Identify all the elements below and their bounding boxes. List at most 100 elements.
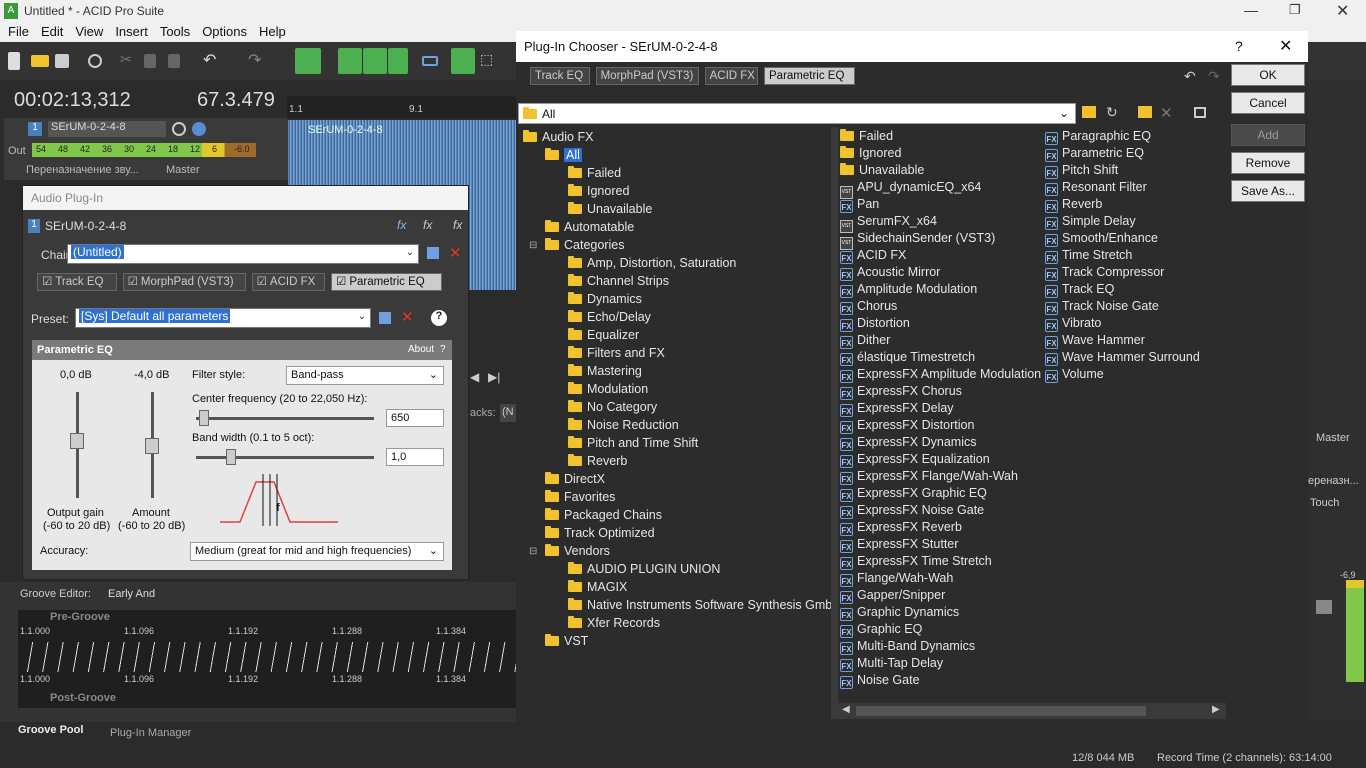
plugin-item[interactable]: FX Multi-Band Dynamics xyxy=(840,638,975,655)
plugin-item[interactable]: Failed xyxy=(840,128,893,145)
plugin-item[interactable]: FX ExpressFX Distortion xyxy=(840,417,974,434)
delete-preset-icon[interactable]: ✕ xyxy=(401,308,414,326)
automation-mode[interactable]: Touch xyxy=(1310,497,1339,509)
preset-select[interactable]: [Sys] Default all parameters ⌄ xyxy=(75,308,371,328)
plugin-item[interactable]: FX Noise Gate xyxy=(840,672,920,689)
tree-node[interactable]: Automatable xyxy=(545,219,634,236)
undo-icon[interactable]: ↶ xyxy=(203,50,221,69)
plugin-item[interactable]: FX Parametric EQ xyxy=(1045,145,1144,162)
bandwidth-slider[interactable] xyxy=(226,449,237,465)
gain-slider[interactable] xyxy=(70,433,84,450)
plugin-item[interactable]: FX Vibrato xyxy=(1045,315,1101,332)
help-icon[interactable]: ? xyxy=(431,310,447,326)
tree-node[interactable]: Track Optimized xyxy=(545,525,655,542)
copy-icon[interactable] xyxy=(144,54,156,68)
bandwidth-input[interactable]: 1,0 xyxy=(386,448,444,466)
folder-up-icon[interactable] xyxy=(1082,106,1096,118)
chain-item[interactable]: ACID FX xyxy=(704,67,758,85)
plugin-item[interactable]: FX Smooth/Enhance xyxy=(1045,230,1158,247)
peq-help[interactable]: ? xyxy=(440,344,446,355)
plugin-item[interactable]: FX Dither xyxy=(840,332,890,349)
plugin-item[interactable]: FX Wave Hammer xyxy=(1045,332,1145,349)
chain-select[interactable]: (Untitled) ⌄ xyxy=(67,244,419,264)
plugin-item[interactable]: FX Reverb xyxy=(1045,196,1102,213)
scroll-thumb[interactable] xyxy=(856,706,1146,716)
remove-button[interactable]: Remove xyxy=(1231,152,1305,174)
delete-chain-icon[interactable]: ✕ xyxy=(449,244,462,262)
plugin-item[interactable]: FX Simple Delay xyxy=(1045,213,1136,230)
chooser-close-button[interactable]: ✕ xyxy=(1279,36,1292,56)
tree-node[interactable]: Audio FX xyxy=(523,129,593,146)
plugin-item[interactable]: FX ExpressFX Stutter xyxy=(840,536,958,553)
loop-icon[interactable] xyxy=(422,56,438,66)
center-freq-slider[interactable] xyxy=(199,410,210,426)
plugin-item[interactable]: FX Distortion xyxy=(840,315,910,332)
tree-node[interactable]: AUDIO PLUGIN UNION xyxy=(568,561,720,578)
groove-grid[interactable]: Pre-Groove Post-Groove 1.1.000 1.1.096 1.1… xyxy=(18,610,516,708)
plugin-item[interactable]: VST SerumFX_x64 xyxy=(840,213,937,233)
scroll-right-icon[interactable]: ▶ xyxy=(1212,704,1220,715)
plugin-item[interactable]: FX ExpressFX Equalization xyxy=(840,451,990,468)
groove-pool-tab[interactable]: Groove Pool xyxy=(10,722,100,742)
plugin-item[interactable]: FX ExpressFX Amplitude Modulation xyxy=(840,366,1041,383)
pencil-tool-icon[interactable] xyxy=(451,48,475,74)
new-icon[interactable] xyxy=(8,52,20,70)
chain-item[interactable]: Track EQ xyxy=(530,67,590,85)
amount-slider[interactable] xyxy=(145,438,159,454)
tree-node[interactable]: VST xyxy=(545,633,588,650)
play-icon[interactable]: ◀ xyxy=(470,370,479,384)
plugin-item[interactable]: FX Chorus xyxy=(840,298,897,315)
plugin-item[interactable]: FX ExpressFX Noise Gate xyxy=(840,502,984,519)
filter-select[interactable]: All ⌄ xyxy=(518,103,1076,124)
tree-node[interactable]: Packaged Chains xyxy=(545,507,662,524)
tree-node[interactable]: Modulation xyxy=(568,381,648,398)
tree-node[interactable]: Dynamics xyxy=(568,291,642,308)
tree-node[interactable]: No Category xyxy=(568,399,657,416)
filter-style-select[interactable]: Band-pass ⌄ xyxy=(286,366,444,385)
tree-node[interactable]: ⊟ Vendors xyxy=(529,543,610,560)
plugin-item[interactable]: FX ExpressFX Delay xyxy=(840,400,954,417)
save-icon[interactable] xyxy=(55,54,69,68)
menu-item[interactable]: Help xyxy=(251,22,286,39)
draw-tool-icon[interactable] xyxy=(363,48,387,74)
solo-icon[interactable] xyxy=(192,122,206,136)
plugin-item[interactable]: FX Track Compressor xyxy=(1045,264,1164,281)
remove-fx-icon[interactable]: fx xyxy=(423,218,432,232)
tree-node[interactable]: Channel Strips xyxy=(568,273,669,290)
save-as-button[interactable]: Save As... xyxy=(1231,180,1305,202)
plugin-item[interactable]: FX ExpressFX Chorus xyxy=(840,383,962,400)
open-icon[interactable] xyxy=(31,55,49,67)
plugin-item[interactable]: FX Acoustic Mirror xyxy=(840,264,940,281)
chain-item[interactable]: Parametric EQ xyxy=(764,67,855,85)
tree-node[interactable]: Equalizer xyxy=(568,327,639,344)
fx-bypass-icon[interactable]: fx xyxy=(453,218,462,232)
tree-node[interactable]: MAGIX xyxy=(568,579,627,596)
tree-node[interactable]: Pitch and Time Shift xyxy=(568,435,698,452)
plugin-item[interactable]: FX Paragraphic EQ xyxy=(1045,128,1151,145)
tree-node[interactable]: Echo/Delay xyxy=(568,309,651,326)
plugin-item[interactable]: FX Gapper/Snipper xyxy=(840,587,945,604)
tree-node[interactable]: Noise Reduction xyxy=(568,417,679,434)
track-header[interactable]: 1 SErUM-0-2-4-8 Out 54 48 42 36 30 24 18 12 6 -6.… xyxy=(4,118,288,180)
scrub-tool-icon[interactable]: ⬚ xyxy=(480,51,498,69)
chain-item[interactable]: MorphPad (VST3) xyxy=(595,67,699,85)
delete-folder-icon[interactable]: ✕ xyxy=(1160,104,1173,122)
minimize-icon[interactable]: — xyxy=(1244,2,1258,18)
menu-item[interactable]: Options xyxy=(194,22,247,39)
plugin-item[interactable]: FX Track EQ xyxy=(1045,281,1114,298)
track-name[interactable]: SErUM-0-2-4-8 xyxy=(48,121,166,137)
refresh-icon[interactable] xyxy=(88,54,102,68)
menu-item[interactable]: Edit xyxy=(33,22,63,39)
routing-label[interactable]: Переназначение зву... xyxy=(26,164,139,176)
scroll-left-icon[interactable]: ◀ xyxy=(842,704,850,715)
tree-node[interactable]: Amp, Distortion, Saturation xyxy=(568,255,736,272)
plugin-item[interactable]: Ignored xyxy=(840,145,901,162)
paste-icon[interactable] xyxy=(168,54,180,68)
plugin-item[interactable]: FX ExpressFX Flange/Wah-Wah xyxy=(840,468,1018,485)
envelope-tool-icon[interactable] xyxy=(295,48,321,74)
redo-icon[interactable]: ↷ xyxy=(248,50,266,69)
chain-item[interactable]: ☑ Parametric EQ xyxy=(331,273,442,291)
cancel-button[interactable]: Cancel xyxy=(1231,92,1305,114)
tree-node[interactable]: Ignored xyxy=(568,183,629,200)
plugin-item[interactable]: FX Track Noise Gate xyxy=(1045,298,1159,315)
